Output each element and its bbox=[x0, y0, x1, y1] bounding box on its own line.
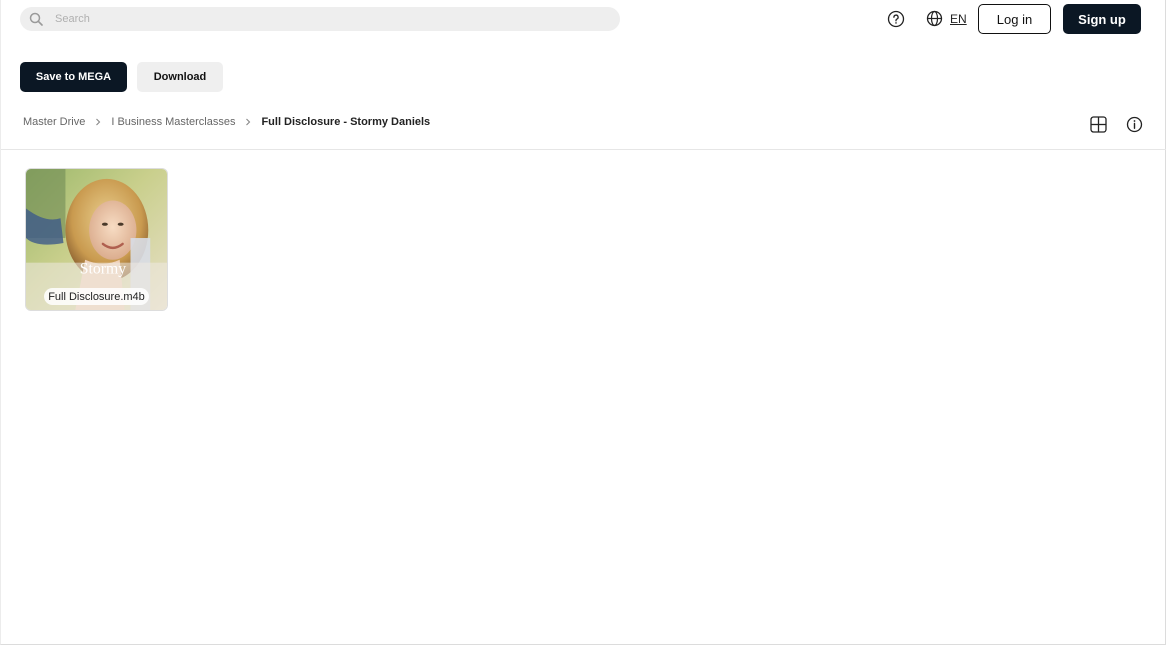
breadcrumb-item-business-masterclasses[interactable]: I Business Masterclasses bbox=[111, 116, 235, 128]
breadcrumb-current: Full Disclosure - Stormy Daniels bbox=[261, 116, 431, 128]
help-icon[interactable] bbox=[887, 10, 905, 28]
search-input[interactable] bbox=[55, 13, 595, 25]
app-frame: EN Log in Sign up Save to MEGA Download … bbox=[0, 0, 1166, 645]
header-divider bbox=[1, 149, 1166, 150]
file-tile[interactable]: Stormy Full Disclosure.m4b bbox=[25, 168, 168, 311]
search-bar[interactable] bbox=[20, 7, 620, 31]
breadcrumb-item-master-drive[interactable]: Master Drive bbox=[23, 116, 85, 128]
breadcrumb: Master Drive I Business Masterclasses Fu… bbox=[23, 116, 430, 128]
save-to-mega-button[interactable]: Save to MEGA bbox=[20, 62, 127, 92]
globe-icon bbox=[926, 10, 943, 27]
chevron-right-icon bbox=[95, 118, 101, 126]
download-button[interactable]: Download bbox=[137, 62, 223, 92]
grid-view-icon[interactable] bbox=[1090, 116, 1107, 133]
chevron-right-icon bbox=[245, 118, 251, 126]
signup-button[interactable]: Sign up bbox=[1063, 4, 1141, 34]
search-icon bbox=[29, 12, 43, 26]
language-selector[interactable]: EN bbox=[926, 10, 967, 27]
thumbnail-title-text: Stormy bbox=[80, 261, 127, 278]
login-button[interactable]: Log in bbox=[978, 4, 1051, 34]
file-name-label: Full Disclosure.m4b bbox=[44, 288, 149, 305]
language-code[interactable]: EN bbox=[950, 12, 967, 26]
info-icon[interactable] bbox=[1126, 116, 1143, 133]
